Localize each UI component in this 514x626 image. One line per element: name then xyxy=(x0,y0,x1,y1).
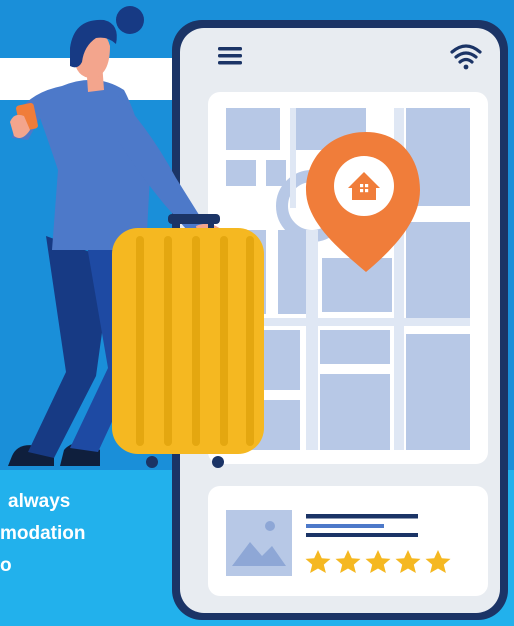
caption-text: always modation o xyxy=(0,486,180,582)
illustration-scene: always modation o xyxy=(0,0,514,626)
caption-line-3: o xyxy=(0,555,12,576)
hamburger-menu-icon[interactable] xyxy=(218,47,242,65)
image-placeholder-icon xyxy=(226,510,292,576)
caption-line-2: modation xyxy=(0,523,86,544)
suitcase xyxy=(112,214,264,468)
caption-line-1: always xyxy=(8,491,71,512)
listing-card[interactable] xyxy=(208,486,488,596)
